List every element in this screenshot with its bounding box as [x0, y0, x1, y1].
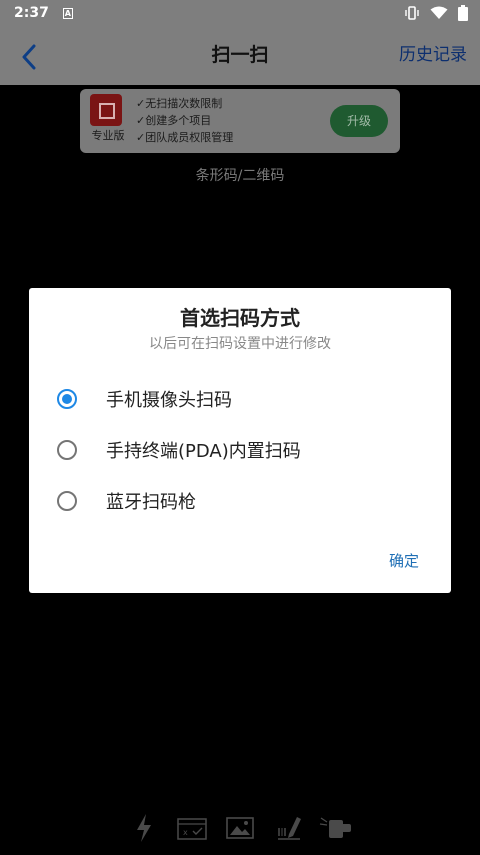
scan-method-dialog: 首选扫码方式 以后可在扫码设置中进行修改 手机摄像头扫码 手持终端(PDA)内置…: [29, 288, 451, 593]
flash-button[interactable]: [132, 810, 156, 846]
battery-icon: [458, 5, 468, 21]
bottom-toolbar: x: [0, 810, 480, 848]
pda-scanner-button[interactable]: [318, 810, 354, 846]
notification-app-icon: A: [62, 7, 73, 19]
option-bluetooth-scanner[interactable]: 蓝牙扫码枪: [29, 479, 451, 523]
pro-upgrade-banner[interactable]: 专业版 ✓无扫描次数限制 ✓创建多个项目 ✓团队成员权限管理 升级: [80, 89, 400, 153]
pro-feature-item: ✓无扫描次数限制: [136, 97, 223, 110]
confirm-button[interactable]: 确定: [389, 550, 419, 571]
app-bar: 扫一扫 历史记录: [0, 26, 480, 85]
dialog-subtitle: 以后可在扫码设置中进行修改: [149, 336, 331, 352]
option-label: 手机摄像头扫码: [106, 390, 232, 411]
wifi-icon: [430, 6, 448, 20]
option-pda-scanner[interactable]: 手持终端(PDA)内置扫码: [29, 428, 451, 472]
radio-button-checked[interactable]: [57, 389, 77, 409]
status-bar: 2:37 A: [0, 0, 480, 26]
pro-feature-item: ✓创建多个项目: [136, 114, 212, 127]
history-button[interactable]: 历史记录: [399, 26, 467, 85]
scan-mode-label[interactable]: 条形码/二维码: [0, 165, 480, 185]
pda-scanner-icon: [319, 817, 351, 838]
gallery-button[interactable]: [225, 810, 255, 846]
option-label: 手持终端(PDA)内置扫码: [106, 441, 301, 462]
back-button[interactable]: [14, 42, 44, 72]
option-phone-camera[interactable]: 手机摄像头扫码: [29, 377, 451, 421]
gallery-icon: [226, 817, 254, 839]
pro-feature-item: ✓团队成员权限管理: [136, 131, 234, 144]
status-icons: [404, 5, 468, 21]
status-time: 2:37: [14, 5, 49, 21]
pro-features: ✓无扫描次数限制 ✓创建多个项目 ✓团队成员权限管理: [136, 95, 233, 146]
option-label: 蓝牙扫码枪: [106, 492, 196, 513]
screen: 2:37 A 扫一扫 历史记录 专业版 ✓无扫描次数限制 ✓创建多个项目 ✓团队…: [0, 0, 480, 855]
radio-button[interactable]: [57, 491, 77, 511]
batch-scan-button[interactable]: x: [176, 810, 208, 846]
chevron-left-icon: [22, 44, 36, 70]
manual-input-button[interactable]: [274, 810, 304, 846]
dialog-title: 首选扫码方式: [180, 306, 300, 330]
pro-logo-icon: [90, 94, 122, 126]
flash-icon: [137, 814, 151, 842]
vibrate-icon: [404, 6, 420, 20]
batch-scan-icon: x: [177, 818, 207, 840]
radio-button[interactable]: [57, 440, 77, 460]
svg-text:x: x: [183, 828, 188, 837]
pro-tag: 专业版: [91, 129, 125, 142]
manual-input-icon: [278, 817, 301, 840]
upgrade-button[interactable]: 升级: [330, 105, 388, 137]
